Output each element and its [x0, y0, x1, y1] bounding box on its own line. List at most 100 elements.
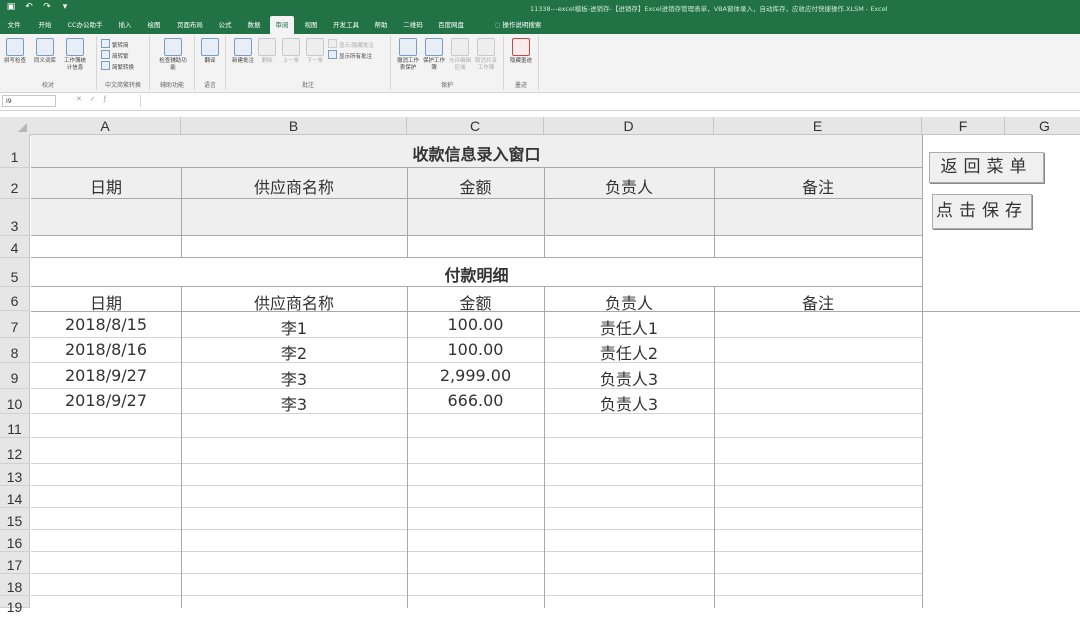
column-header-e[interactable]: E: [714, 117, 922, 135]
select-all-corner[interactable]: [0, 117, 31, 136]
customize-qat-icon[interactable]: ▾: [60, 2, 70, 12]
statistics-icon: [66, 38, 84, 56]
table-cell-supplier[interactable]: 李2: [181, 340, 407, 364]
entry-input-note[interactable]: [715, 199, 922, 235]
workbook-statistics-button[interactable]: 工作簿统计信息: [62, 38, 88, 72]
check-accessibility-button[interactable]: 检查辅助功能: [158, 38, 188, 72]
spelling-button[interactable]: 拼写检查: [2, 38, 28, 65]
row-header-2[interactable]: 2: [0, 168, 30, 199]
tab-baidu-netdisk[interactable]: 百度网盘: [432, 16, 470, 34]
row-header-15[interactable]: 15: [0, 508, 30, 530]
cancel-icon[interactable]: ✕: [76, 95, 90, 103]
hide-ink-button[interactable]: 隐藏墨迹: [508, 38, 534, 65]
column-header-g[interactable]: G: [1005, 117, 1080, 135]
row-header-18[interactable]: 18: [0, 574, 30, 596]
row-header-3[interactable]: 3: [0, 199, 30, 236]
column-header-a[interactable]: A: [30, 117, 181, 135]
column-header-c[interactable]: C: [407, 117, 544, 135]
translate-button[interactable]: 翻译: [197, 38, 223, 65]
tab-file[interactable]: 文件: [2, 16, 26, 34]
formula-icons: ✕✓ƒ: [76, 95, 114, 103]
row-header-16[interactable]: 16: [0, 530, 30, 552]
row-header-10[interactable]: 10: [0, 389, 30, 414]
row-header-17[interactable]: 17: [0, 552, 30, 574]
table-cell-amount[interactable]: 100.00: [407, 340, 544, 359]
tab-qrcode[interactable]: 二维码: [398, 16, 428, 34]
save-button[interactable]: 点击保存: [932, 194, 1032, 229]
table-cell-owner[interactable]: 负责人3: [544, 366, 714, 390]
table-cell-date[interactable]: 2018/9/27: [31, 391, 181, 410]
save-icon[interactable]: ▣: [6, 2, 16, 12]
tab-data[interactable]: 数据: [240, 16, 268, 34]
tell-me-search[interactable]: ◌ 操作说明搜索: [478, 16, 558, 34]
tab-review[interactable]: 审阅: [270, 16, 294, 34]
row-header-1[interactable]: 1: [0, 135, 30, 168]
gridline: [714, 286, 715, 608]
tab-formulas[interactable]: 公式: [212, 16, 238, 34]
column-header-d[interactable]: D: [544, 117, 714, 135]
row-header-19[interactable]: 19: [0, 596, 30, 615]
table-cell-amount[interactable]: 666.00: [407, 391, 544, 410]
enter-icon[interactable]: ✓: [90, 95, 104, 103]
allow-edit-ranges-button[interactable]: 允许编辑区域: [447, 38, 473, 72]
thesaurus-button[interactable]: 同义词库: [32, 38, 58, 65]
table-cell-supplier[interactable]: 李3: [181, 366, 407, 390]
name-box[interactable]: I9: [2, 95, 56, 107]
undo-icon[interactable]: ↶: [24, 2, 34, 12]
row-header-13[interactable]: 13: [0, 464, 30, 486]
table-cell-amount[interactable]: 2,999.00: [407, 366, 544, 385]
table-cell-supplier[interactable]: 李1: [181, 315, 407, 339]
table-cell-date[interactable]: 2018/8/16: [31, 340, 181, 359]
redo-icon[interactable]: ↷: [42, 2, 52, 12]
row-header-8[interactable]: 8: [0, 338, 30, 363]
row-header-7[interactable]: 7: [0, 311, 30, 338]
chinese-conversion-button[interactable]: 简繁转换: [101, 61, 134, 71]
table-cell-owner[interactable]: 责任人1: [544, 315, 714, 339]
show-all-comments-button[interactable]: 显示所有批注: [328, 50, 372, 60]
gridline: [31, 485, 922, 486]
column-header-b[interactable]: B: [181, 117, 407, 135]
table-cell-date[interactable]: 2018/8/15: [31, 315, 181, 334]
tab-cc-assistant[interactable]: CC办公助手: [62, 16, 108, 34]
row-header-6[interactable]: 6: [0, 287, 30, 311]
row-header-12[interactable]: 12: [0, 438, 30, 464]
unprotect-sheet-button[interactable]: 撤消工作表保护: [395, 38, 421, 72]
fx-icon[interactable]: ƒ: [104, 95, 114, 103]
tab-insert[interactable]: 插入: [112, 16, 138, 34]
entry-input-supplier[interactable]: [182, 199, 407, 235]
table-cell-date[interactable]: 2018/9/27: [31, 366, 181, 385]
tab-draw[interactable]: 绘图: [142, 16, 166, 34]
table-cell-amount[interactable]: 100.00: [407, 315, 544, 334]
table-cell-owner[interactable]: 负责人3: [544, 391, 714, 415]
protect-workbook-button[interactable]: 保护工作簿: [421, 38, 447, 72]
row-header-14[interactable]: 14: [0, 486, 30, 508]
group-label-accessibility: 辅助功能: [159, 82, 184, 89]
return-menu-button[interactable]: 返回菜单: [929, 152, 1044, 183]
row-header-9[interactable]: 9: [0, 363, 30, 389]
entry-input-date[interactable]: [31, 199, 181, 235]
gridline: [31, 167, 922, 168]
tab-developer[interactable]: 开发工具: [326, 16, 366, 34]
table-cell-supplier[interactable]: 李3: [181, 391, 407, 415]
row-header-5[interactable]: 5: [0, 258, 30, 287]
tab-home[interactable]: 开始: [30, 16, 60, 34]
previous-comment-button[interactable]: 上一条: [278, 38, 304, 65]
new-comment-button[interactable]: 新建批注: [230, 38, 256, 65]
table-cell-owner[interactable]: 责任人2: [544, 340, 714, 364]
row-header-11[interactable]: 11: [0, 414, 30, 438]
lightbulb-icon: ◌: [494, 21, 501, 29]
tab-view[interactable]: 视图: [298, 16, 324, 34]
entry-input-owner[interactable]: [545, 199, 714, 235]
row-header-4[interactable]: 4: [0, 236, 30, 258]
entry-input-amount[interactable]: [408, 199, 544, 235]
next-comment-button[interactable]: 下一条: [302, 38, 328, 65]
simp-to-trad-button[interactable]: 简转繁: [101, 50, 129, 60]
delete-comment-button[interactable]: 删除: [254, 38, 280, 65]
show-hide-comment-button[interactable]: 显示/隐藏批注: [328, 39, 374, 49]
tab-page-layout[interactable]: 页面布局: [170, 16, 210, 34]
trad-to-simp-button[interactable]: 繁转简: [101, 39, 129, 49]
column-header-f[interactable]: F: [922, 117, 1005, 135]
formula-input[interactable]: [140, 95, 1077, 107]
tab-help[interactable]: 帮助: [368, 16, 394, 34]
unshare-workbook-button[interactable]: 取消共享工作簿: [473, 38, 499, 72]
